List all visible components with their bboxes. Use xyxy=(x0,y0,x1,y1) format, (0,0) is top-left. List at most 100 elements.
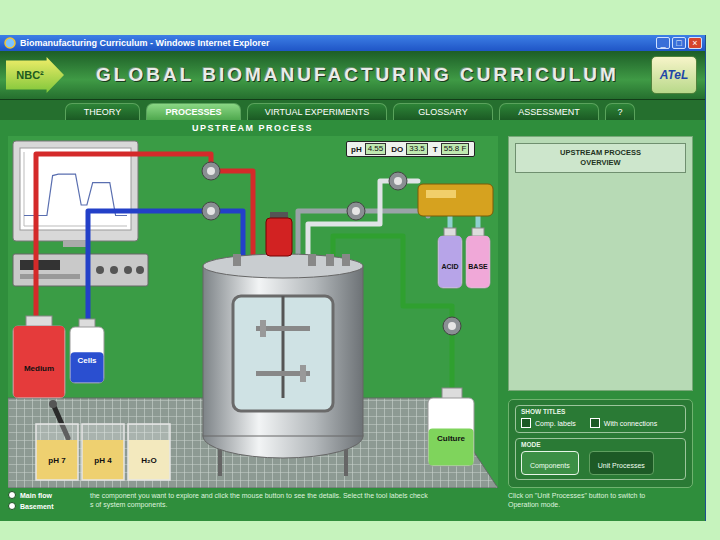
tab-label: VIRTUAL EXPERIMENTS xyxy=(265,107,370,117)
process-canvas: MediumCellsACIDBASECulturepH 7pH 4H₂OpH4… xyxy=(8,136,498,488)
legend-dot-icon xyxy=(8,502,16,510)
bottle-fill xyxy=(439,236,462,288)
legend-label: Main flow xyxy=(20,492,52,499)
readout-label: T xyxy=(432,145,439,154)
mode-button-label: Unit Processes xyxy=(598,462,645,469)
bottom-left: Main flow Basement the component you want … xyxy=(8,491,498,522)
mode-row: Components Unit Processes xyxy=(521,451,680,475)
nav-tab[interactable]: THEORY xyxy=(65,103,140,120)
group-title: MODE xyxy=(521,441,680,448)
sensor-readouts: pH4.55DO33.5T55.8 F xyxy=(346,141,475,157)
legend: Main flow Basement xyxy=(8,491,82,522)
readout-value: 33.5 xyxy=(406,143,428,155)
atel-logo[interactable]: ATeL xyxy=(651,56,697,94)
pump[interactable] xyxy=(202,202,220,220)
section-title-bar: UPSTREAM PROCESS xyxy=(0,120,705,136)
nbc-logo[interactable]: NBC² xyxy=(6,57,64,93)
tab-label: PROCESSES xyxy=(165,107,221,117)
controls-panel: SHOW TITLES Comp. labels With connections M… xyxy=(508,399,693,488)
app-title: GLOBAL BIOMANUFACTURING CURRICULUM xyxy=(64,64,651,86)
nav-tab[interactable]: VIRTUAL EXPERIMENTS xyxy=(247,103,387,120)
window-controls: _□× xyxy=(656,37,702,49)
overview-header: UPSTREAM PROCESS OVERVIEW xyxy=(515,143,686,173)
window-control-button[interactable]: □ xyxy=(672,37,686,49)
show-titles-group: SHOW TITLES Comp. labels With connections xyxy=(515,405,686,433)
section-title: UPSTREAM PROCESS xyxy=(192,123,313,133)
checkbox-option[interactable]: Comp. labels xyxy=(521,418,576,428)
checkbox[interactable] xyxy=(590,418,600,428)
overview-panel: UPSTREAM PROCESS OVERVIEW xyxy=(508,136,693,391)
overview-title: UPSTREAM PROCESS OVERVIEW xyxy=(553,148,648,168)
bottle-fill xyxy=(14,326,65,398)
tab-label: ASSESSMENT xyxy=(518,107,580,117)
process-diagram xyxy=(8,136,498,488)
bottle-label: Medium xyxy=(13,364,65,374)
hint: Click on "Unit Processes" button to swit… xyxy=(508,491,695,522)
instruction-line: the component you want to explore and cl… xyxy=(90,491,498,500)
tab-label: GLOSSARY xyxy=(418,107,467,117)
nav-tab[interactable]: GLOSSARY xyxy=(393,103,493,120)
checkbox-label: Comp. labels xyxy=(535,420,576,427)
bottle-label: BASE xyxy=(466,262,490,272)
side-column: UPSTREAM PROCESS OVERVIEW SHOW TITLES Com… xyxy=(508,136,693,488)
window-control-button[interactable]: × xyxy=(688,37,702,49)
monitor xyxy=(13,141,138,247)
ie-icon xyxy=(4,37,16,49)
readout-label: pH xyxy=(350,145,363,154)
mode-group: MODE Components Unit Processes xyxy=(515,438,686,480)
legend-item: Main flow xyxy=(8,491,82,499)
bottle[interactable] xyxy=(428,388,474,466)
mode-button[interactable]: Components xyxy=(521,451,579,475)
bottle[interactable] xyxy=(466,228,490,288)
mode-button[interactable]: Unit Processes xyxy=(589,451,654,475)
beaker-label: pH 4 xyxy=(82,456,124,466)
legend-item: Basement xyxy=(8,502,82,510)
bottle-fill xyxy=(429,429,474,466)
checkbox[interactable] xyxy=(521,418,531,428)
logo-text: NBC² xyxy=(16,69,54,81)
pump[interactable] xyxy=(202,162,220,180)
window-control-button[interactable]: _ xyxy=(656,37,670,49)
pump[interactable] xyxy=(389,172,407,190)
beaker[interactable] xyxy=(82,424,124,480)
main-area: MediumCellsACIDBASECulturepH 7pH 4H₂OpH4… xyxy=(0,136,705,488)
readout-value: 4.55 xyxy=(365,143,387,155)
nav-tabs: THEORY PROCESSES VIRTUAL EXPERIMENTS GLOSSA… xyxy=(0,100,705,120)
checkbox-option[interactable]: With connections xyxy=(590,418,657,428)
logo-text: ATeL xyxy=(660,68,689,82)
hint-line: Click on "Unit Processes" button to swit… xyxy=(508,491,695,500)
mode-button-label: Components xyxy=(530,462,570,469)
tab-label: THEORY xyxy=(84,107,121,117)
title-bar: Biomanufacturing Curriculum - Windows In… xyxy=(0,35,705,51)
legend-dot-icon xyxy=(8,491,16,499)
bottle-label: Cells xyxy=(70,356,104,366)
instruction-line: s of system components. xyxy=(90,500,498,509)
beaker[interactable] xyxy=(36,424,78,480)
bottle[interactable] xyxy=(438,228,462,288)
bottle-fill xyxy=(71,352,104,382)
readout-value: 55.8 F xyxy=(441,143,470,155)
checkbox-label: With connections xyxy=(604,420,657,427)
bottle[interactable] xyxy=(70,319,104,383)
nav-tab[interactable]: ASSESSMENT xyxy=(499,103,599,120)
pump[interactable] xyxy=(443,317,461,335)
pump[interactable] xyxy=(347,202,365,220)
beaker-label: H₂O xyxy=(128,456,170,466)
beaker[interactable] xyxy=(128,424,170,480)
app-header: NBC² GLOBAL BIOMANUFACTURING CURRICULUM AT… xyxy=(0,51,705,100)
nav-tab[interactable]: PROCESSES xyxy=(146,103,241,120)
bioreactor[interactable] xyxy=(203,254,363,476)
beaker-label: pH 7 xyxy=(36,456,78,466)
bottle-label: ACID xyxy=(438,262,462,272)
nav-tab[interactable]: ? xyxy=(605,103,635,120)
browser-window: Biomanufacturing Curriculum - Windows In… xyxy=(0,35,706,521)
instructions: the component you want to explore and cl… xyxy=(90,491,498,522)
legend-label: Basement xyxy=(20,503,53,510)
controller-device xyxy=(13,254,148,286)
ph-controller xyxy=(418,184,493,216)
stirrer-motor xyxy=(266,212,292,256)
bottom-bar: Main flow Basement the component you want … xyxy=(0,488,705,522)
bottle[interactable] xyxy=(13,316,65,398)
window-title: Biomanufacturing Curriculum - Windows In… xyxy=(20,38,652,48)
group-title: SHOW TITLES xyxy=(521,408,680,415)
